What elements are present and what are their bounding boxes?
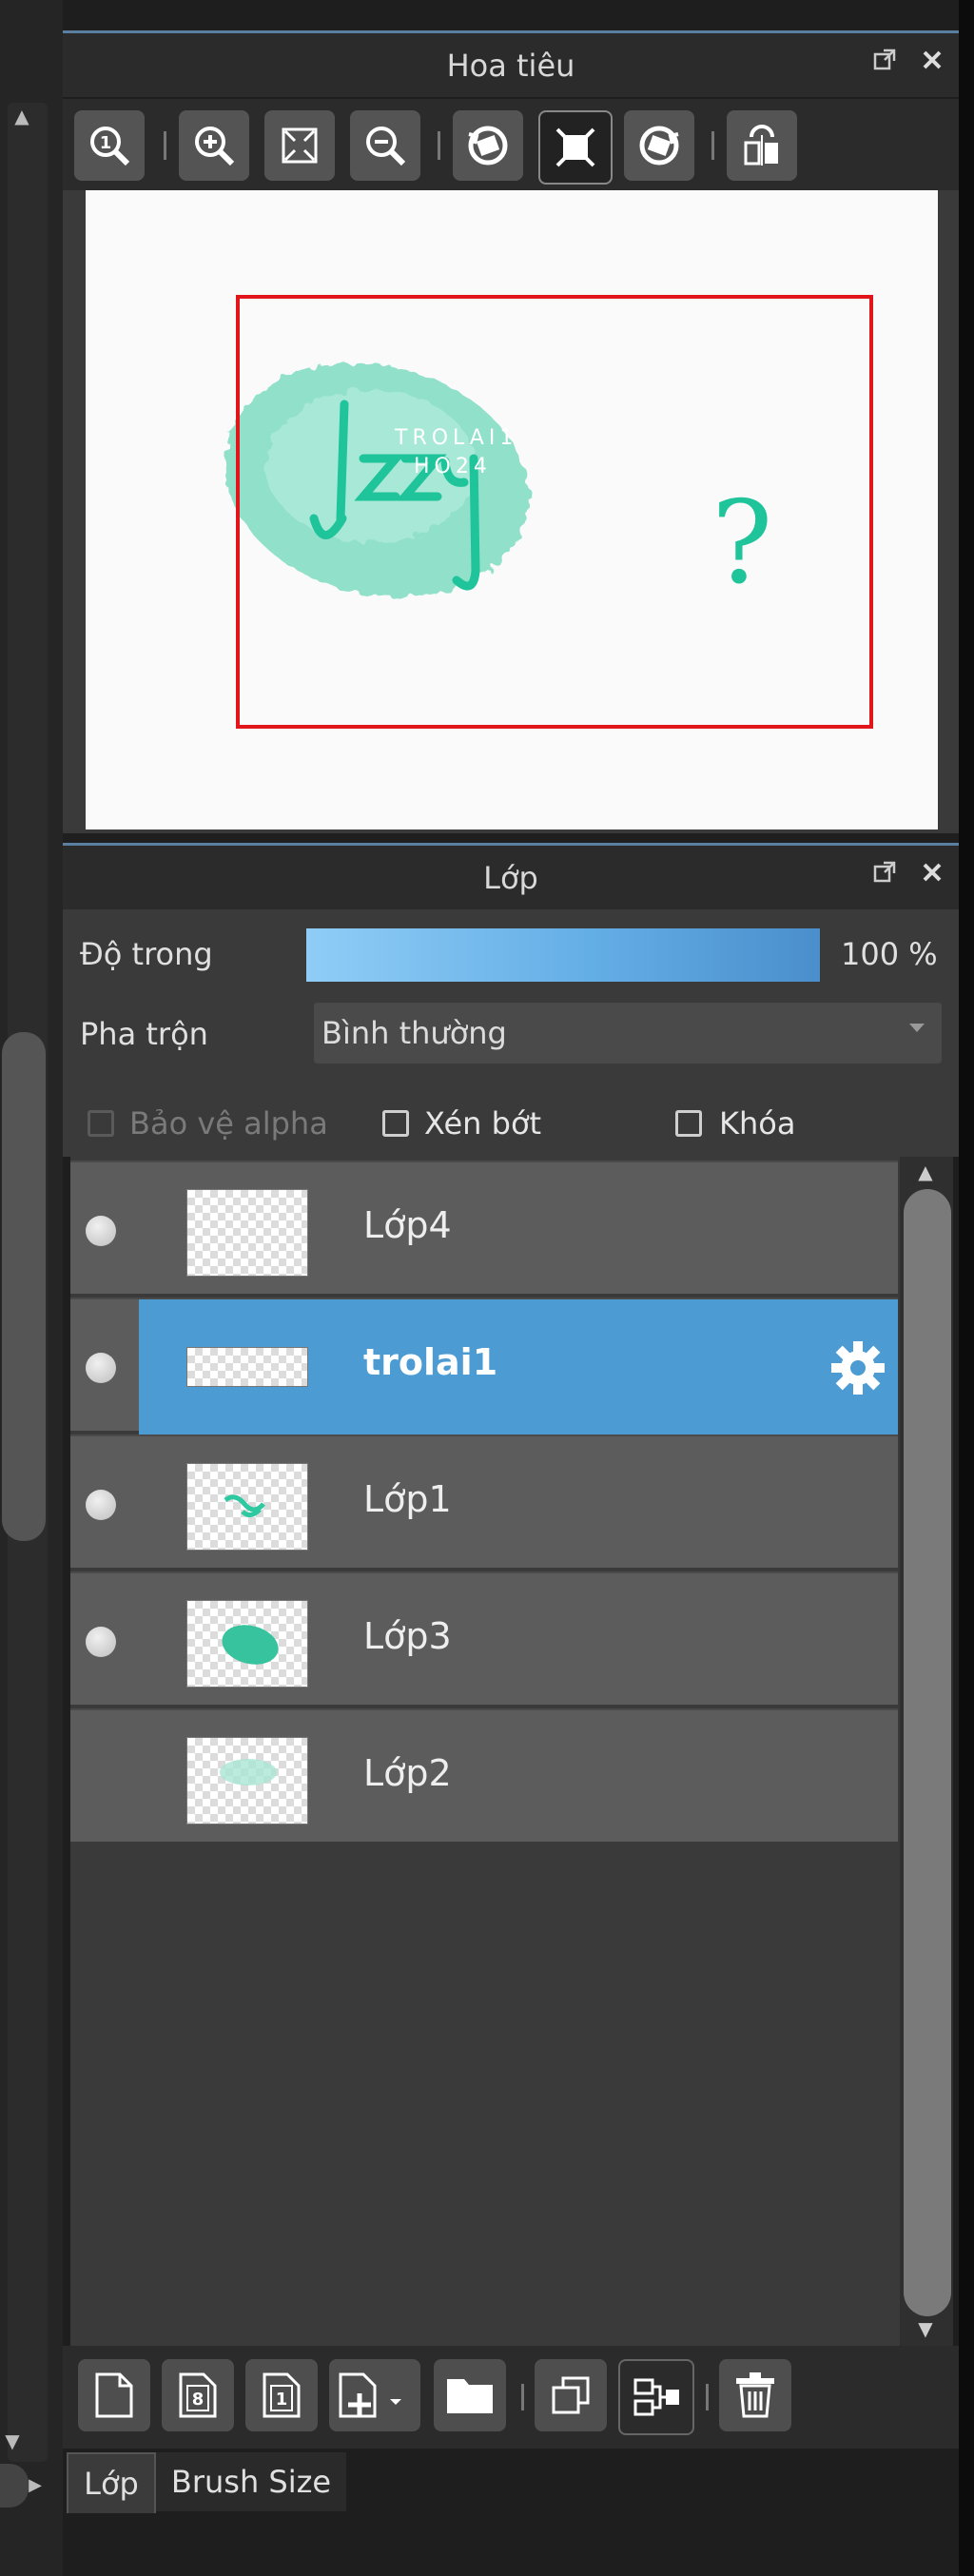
- clipping-label: Xén bớt: [424, 1105, 542, 1142]
- reset-view-icon[interactable]: [538, 110, 613, 185]
- navigator-view-frame[interactable]: [236, 295, 873, 729]
- delete-layer-icon[interactable]: [719, 2359, 791, 2431]
- zoom-actual-icon[interactable]: 1: [74, 110, 145, 181]
- right-edge: [959, 0, 974, 2576]
- float-panel-icon[interactable]: [871, 859, 898, 886]
- chevron-down-icon: [909, 1024, 925, 1032]
- zoom-out-icon[interactable]: [350, 110, 420, 181]
- float-panel-icon[interactable]: [871, 47, 898, 73]
- protect-alpha-option[interactable]: Bảo vệ alpha: [88, 1105, 328, 1142]
- layer-name: trolai1: [363, 1341, 498, 1383]
- scroll-up-arrow-icon[interactable]: ▲: [911, 1161, 940, 1183]
- zoom-in-icon[interactable]: [179, 110, 249, 181]
- opacity-slider[interactable]: [306, 928, 820, 982]
- visibility-toggle-icon[interactable]: [86, 1490, 116, 1520]
- lock-label: Khóa: [719, 1105, 796, 1142]
- new-folder-icon[interactable]: [434, 2359, 506, 2431]
- new-8bit-layer-icon[interactable]: 8: [162, 2359, 234, 2431]
- selected-layer-highlight[interactable]: trolai1: [139, 1299, 898, 1434]
- scroll-up-arrow-icon[interactable]: ▲: [10, 107, 34, 126]
- fit-screen-icon[interactable]: [264, 110, 335, 181]
- add-layer-menu-icon[interactable]: [329, 2359, 420, 2431]
- close-icon[interactable]: [919, 47, 945, 73]
- layer-row-lop4[interactable]: Lớp4: [70, 1161, 898, 1296]
- navigator-toolbar: 1: [63, 99, 959, 190]
- layer-name: Lớp2: [363, 1752, 452, 1794]
- rotate-left-icon[interactable]: [453, 110, 523, 181]
- tab-layers[interactable]: Lớp: [67, 2452, 156, 2513]
- layer-thumbnail: [186, 1600, 308, 1688]
- layer-name: Lớp3: [363, 1615, 452, 1657]
- scroll-down-arrow-icon[interactable]: ▼: [911, 2317, 940, 2340]
- gear-icon[interactable]: [828, 1337, 888, 1402]
- visibility-toggle-icon[interactable]: [86, 1627, 116, 1657]
- new-layer-icon[interactable]: [78, 2359, 150, 2431]
- clipping-checkbox[interactable]: [382, 1110, 409, 1137]
- layer-thumbnail: [186, 1347, 308, 1387]
- svg-text:1: 1: [100, 133, 112, 153]
- blend-mode-select[interactable]: Bình thường: [314, 1003, 942, 1064]
- visibility-toggle-icon[interactable]: [86, 1216, 116, 1246]
- tab-brush-size[interactable]: Brush Size: [156, 2452, 346, 2511]
- scroll-down-arrow-icon[interactable]: ▼: [0, 2431, 25, 2450]
- layer-row-lop3[interactable]: Lớp3: [70, 1571, 898, 1707]
- visibility-toggle-icon[interactable]: [86, 1353, 116, 1383]
- layer-row-lop2[interactable]: Lớp2: [70, 1708, 898, 1844]
- protect-alpha-label: Bảo vệ alpha: [129, 1105, 328, 1142]
- layer-list-scrollbar-thumb[interactable]: [904, 1189, 951, 2316]
- layers-header: Lớp: [63, 843, 959, 909]
- layer-thumbnail: [186, 1737, 308, 1825]
- blend-mode-value: Bình thường: [321, 1015, 507, 1051]
- rotate-right-icon[interactable]: [624, 110, 694, 181]
- left-scrollbar-thumb[interactable]: [2, 1032, 46, 1541]
- panel-divider[interactable]: [63, 833, 959, 843]
- navigator-title: Hoa tiêu: [446, 47, 575, 84]
- blend-label: Pha trộn: [80, 1016, 208, 1052]
- new-1bit-layer-icon[interactable]: 1: [245, 2359, 318, 2431]
- scroll-right-arrow-icon[interactable]: ▶: [25, 2477, 46, 2494]
- navigator-header: Hoa tiêu: [63, 30, 959, 97]
- merge-down-icon[interactable]: [618, 2359, 694, 2435]
- layer-actions-toolbar: 8 1: [63, 2346, 959, 2449]
- opacity-label: Độ trong: [80, 936, 213, 972]
- layer-row-lop1[interactable]: Lớp1: [70, 1434, 898, 1570]
- clipping-option[interactable]: Xén bớt: [382, 1105, 541, 1142]
- layer-thumbnail: [186, 1189, 308, 1277]
- duplicate-layer-icon[interactable]: [535, 2359, 607, 2431]
- flip-horizontal-icon[interactable]: [727, 110, 797, 181]
- layer-name: Lớp1: [363, 1478, 452, 1520]
- layer-thumbnail: [186, 1463, 308, 1551]
- layer-name: Lớp4: [363, 1204, 452, 1246]
- lock-option[interactable]: Khóa: [675, 1105, 795, 1142]
- opacity-value: 100 %: [841, 936, 938, 972]
- protect-alpha-checkbox[interactable]: [88, 1110, 114, 1137]
- layers-title: Lớp: [483, 859, 538, 896]
- close-icon[interactable]: [919, 859, 945, 886]
- svg-text:1: 1: [276, 2390, 288, 2410]
- lock-checkbox[interactable]: [675, 1110, 702, 1137]
- svg-text:8: 8: [192, 2390, 205, 2410]
